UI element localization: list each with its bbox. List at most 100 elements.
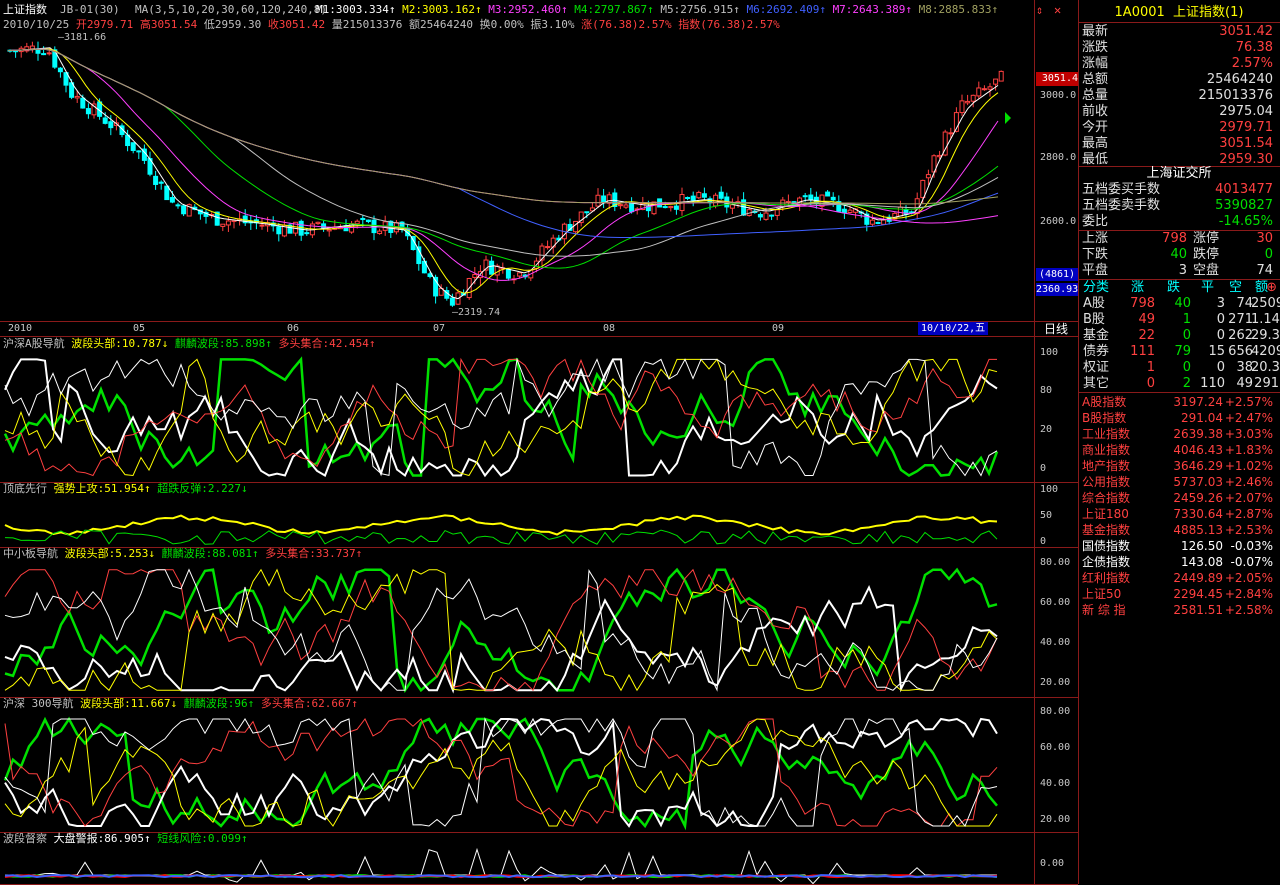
candle-body <box>825 191 831 197</box>
candle-body <box>102 117 108 124</box>
indicator-panel-3[interactable]: 中小板导航 波段头部:5.253↓ 麒麟波段:88.081↑ 多头集合:33.7… <box>0 547 1078 697</box>
index-row[interactable]: 新 综 指 2581.51 +2.58% <box>1079 602 1279 618</box>
ma-value-3: M3:2952.460↑ <box>488 3 575 16</box>
quote-line: 2010/10/25 开2979.71 高3051.54 低2959.30 收3… <box>3 18 780 31</box>
indicator-panel-2[interactable]: 顶底先行 强势上攻:51.954↑ 超跌反弹:2.227↓ 100 50 0 <box>0 482 1078 547</box>
ma-value-7: M7:2643.389↑ <box>832 3 919 16</box>
breadth-count-2: 0 <box>1264 247 1273 262</box>
candle-body <box>41 53 47 56</box>
index-row[interactable]: 公用指数 5737.03 +2.46% <box>1079 474 1279 490</box>
category-col: 平 <box>1201 280 1215 295</box>
category-cell: 2 <box>1182 376 1191 391</box>
main-candlestick-chart[interactable]: —3181.66 —2319.74 <box>0 32 1035 322</box>
book-key: 委比 <box>1082 214 1109 229</box>
indicator-chart <box>3 716 998 831</box>
indicator-name: 波段督察 <box>3 832 54 845</box>
indicator-value: 短线风险:0.099↑ <box>157 832 248 845</box>
category-cell: 3 <box>1216 296 1225 311</box>
category-row: 其它 0 2 110 49 291 <box>1079 376 1279 392</box>
indicator-tick: 20.00 <box>1040 814 1071 825</box>
candle-body <box>80 97 86 109</box>
close-icon[interactable]: ✕ <box>1054 3 1068 17</box>
index-row[interactable]: 红利指数 2449.89 +2.05% <box>1079 570 1279 586</box>
candle-body <box>108 121 114 129</box>
index-row[interactable]: 综合指数 2459.26 +2.07% <box>1079 490 1279 506</box>
index-row[interactable]: B股指数 291.04 +2.47% <box>1079 410 1279 426</box>
category-cell: 271 <box>1228 312 1253 327</box>
category-cell: 基金 <box>1083 328 1110 343</box>
candle-body <box>606 194 612 204</box>
candle-body <box>668 205 674 209</box>
index-row[interactable]: 商业指数 4046.43 +1.83% <box>1079 442 1279 458</box>
expand-icon[interactable]: ⇕ <box>1036 3 1050 17</box>
breadth-row: 平盘 3 空盘 74 <box>1079 263 1279 279</box>
quote-date: 2010/10/25 <box>3 18 70 31</box>
index-row[interactable]: 基金指数 4885.13 +2.53% <box>1079 522 1279 538</box>
indicator-tick: 20 <box>1040 424 1053 435</box>
indicator-header: 中小板导航 波段头部:5.253↓ 麒麟波段:88.081↑ 多头集合:33.7… <box>3 547 362 560</box>
category-cell: 4209 <box>1251 344 1280 359</box>
indicator-line <box>5 847 997 884</box>
indicator-panel-5[interactable]: 波段督察 大盘警报:86.905↑ 短线风险:0.099↑ 0.00 <box>0 832 1078 884</box>
exchange-name: 上海证交所 <box>1146 166 1212 181</box>
quote-key: 总额 <box>1082 72 1109 87</box>
indicator-value: 波段头部:10.787↓ <box>71 337 175 350</box>
candle-body <box>617 204 623 207</box>
candle-body <box>718 191 724 199</box>
index-price: 5737.03 <box>1173 475 1223 489</box>
candle-body <box>881 219 887 225</box>
indicator-panel-1[interactable]: 沪深A股导航 波段头部:10.787↓ 麒麟波段:85.898↑ 多头集合:42… <box>0 337 1078 482</box>
indicator-header: 沪深A股导航 波段头部:10.787↓ 麒麟波段:85.898↑ 多头集合:42… <box>3 337 375 350</box>
ma-value-4: M4:2797.867↑ <box>574 3 661 16</box>
category-row: B股 49 1 0 271 1.14 <box>1079 312 1280 328</box>
category-cell: 22 <box>1138 328 1155 343</box>
breadth-label-2: 空盘 <box>1193 263 1220 278</box>
index-name: 上证50 <box>1082 587 1122 601</box>
y-tick-2800: 2800.0 <box>1040 152 1077 163</box>
index-row[interactable]: 国债指数 126.50 -0.03% <box>1079 538 1279 554</box>
category-cell: 38 <box>1236 360 1253 375</box>
index-row[interactable]: 地产指数 3646.29 +1.02% <box>1079 458 1279 474</box>
candle-body <box>701 193 707 198</box>
index-row[interactable]: A股指数 3197.24 +2.57% <box>1079 394 1279 410</box>
period-label[interactable]: 日线 <box>1044 323 1068 336</box>
category-cell: 权证 <box>1083 360 1110 375</box>
indicator-name[interactable]: JB-01(30) <box>60 3 120 16</box>
quote-key: 前收 <box>1082 104 1109 119</box>
indicator-value: 超跌反弹:2.227↓ <box>157 482 248 495</box>
index-name: A股指数 <box>1082 395 1127 409</box>
quote-key: 总量 <box>1082 88 1109 103</box>
indicator-panel-4[interactable]: 沪深 300导航 波段头部:11.667↓ 麒麟波段:96↑ 多头集合:62.6… <box>0 697 1078 832</box>
ma-params: MA(3,5,10,20,30,60,120,240,8) <box>135 3 328 16</box>
index-row[interactable]: 上证180 7330.64 +2.87% <box>1079 506 1279 522</box>
category-cell: 291 <box>1254 376 1279 391</box>
candle-body <box>360 217 366 221</box>
candle-body <box>690 195 696 201</box>
indicator-tick: 100 <box>1040 347 1059 358</box>
indicator-value: 大盘警报:86.905↑ <box>53 832 158 845</box>
index-row[interactable]: 工业指数 2639.38 +3.03% <box>1079 426 1279 442</box>
breadth-label: 上涨 <box>1082 231 1109 246</box>
breadth-count-2: 74 <box>1256 263 1273 278</box>
candle-body <box>696 191 702 199</box>
index-row[interactable]: 上证50 2294.45 +2.84% <box>1079 586 1279 602</box>
indicator-chart <box>4 847 998 884</box>
indicator-name: 中小板导航 <box>3 547 65 560</box>
index-row[interactable]: 企债指数 143.08 -0.07% <box>1079 554 1279 570</box>
add-icon[interactable]: ⊕ <box>1266 280 1277 296</box>
quote-row: 总量 215013376 <box>1079 88 1279 104</box>
breadth-label-2: 跌停 <box>1193 247 1220 262</box>
category-cell: 1.14 <box>1251 312 1280 327</box>
category-row: 权证 1 0 0 38 20.3 <box>1079 360 1280 376</box>
indicator-value: 多头集合:33.737↑ <box>265 547 363 560</box>
candle-body <box>830 196 836 201</box>
candle-body <box>981 88 987 91</box>
index-price: 2449.89 <box>1173 571 1223 585</box>
candle-body <box>304 232 310 235</box>
book-value: 4013477 <box>1215 182 1273 197</box>
candle-body <box>808 194 814 201</box>
arrow-icon <box>1005 112 1011 124</box>
index-price: 143.08 <box>1181 555 1223 569</box>
index-name: 地产指数 <box>1082 459 1131 473</box>
quote-key: 涨跌 <box>1082 40 1109 55</box>
